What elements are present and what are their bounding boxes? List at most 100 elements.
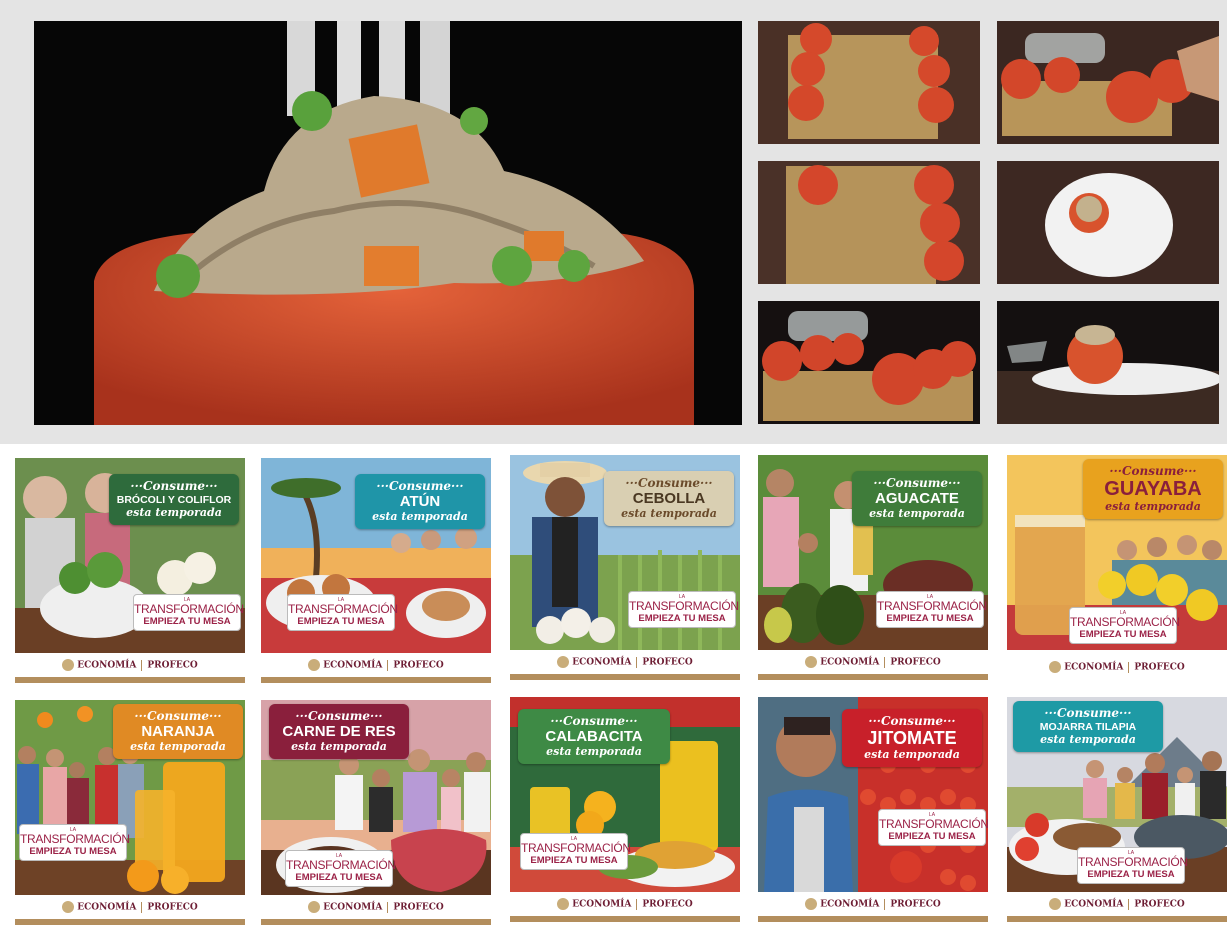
economia-logo: ECONOMÍA <box>572 657 632 668</box>
transformacion-slogan: LA TRANSFORMACIÓN EMPIEZA TU MESA <box>1069 607 1180 644</box>
slogan-tu-mesa: TU MESA <box>1123 629 1167 640</box>
transformacion-slogan: LA TRANSFORMACIÓN EMPIEZA TU MESA <box>878 809 988 846</box>
poster-brocoli-coliflor[interactable]: ···Consume··· BRÓCOLI Y COLIFLOR esta te… <box>15 458 245 689</box>
transformacion-slogan: LA TRANSFORMACIÓN EMPIEZA TU MESA <box>628 591 739 628</box>
consume-tag: ···Consume··· CALABACITA esta temporada <box>518 709 670 764</box>
season-label: esta temporada <box>291 740 387 753</box>
economia-logo: ECONOMÍA <box>77 902 137 913</box>
season-label: esta temporada <box>546 745 642 758</box>
slogan-transformacion: TRANSFORMACIÓN <box>1070 615 1180 629</box>
transformacion-slogan: LA TRANSFORMACIÓN EMPIEZA TU MESA <box>520 833 631 870</box>
consume-label: ···Consume··· <box>868 714 956 728</box>
slogan-empieza: EMPIEZA <box>1087 869 1130 880</box>
season-label: esta temporada <box>1105 500 1201 513</box>
seal-icon <box>1049 661 1062 673</box>
transformacion-slogan: LA TRANSFORMACIÓN EMPIEZA TU MESA <box>19 824 130 861</box>
poster-footer: ECONOMÍA PROFECO <box>261 653 491 683</box>
slogan-tu-mesa: TU MESA <box>574 855 618 866</box>
consume-tag: ···Consume··· MOJARRA TILAPIA esta tempo… <box>1013 701 1163 752</box>
poster-atun[interactable]: ···Consume··· ATÚN esta temporada LA TRA… <box>261 458 491 689</box>
slogan-tu-mesa: TU MESA <box>932 831 976 842</box>
transformacion-slogan: LA TRANSFORMACIÓN EMPIEZA TU MESA <box>876 591 987 628</box>
slogan-empieza: EMPIEZA <box>295 872 338 883</box>
economia-logo: ECONOMÍA <box>77 660 137 671</box>
poster-footer: ECONOMÍA PROFECO <box>758 650 988 680</box>
slogan-tu-mesa: TU MESA <box>341 616 385 627</box>
poster-mojarra-tilapia[interactable]: ···Consume··· MOJARRA TILAPIA esta tempo… <box>1007 697 1227 925</box>
slogan-tu-mesa: TU MESA <box>73 846 117 857</box>
consume-tag: ···Consume··· CEBOLLA esta temporada <box>604 471 734 526</box>
product-name: CEBOLLA <box>632 490 706 507</box>
slogan-empieza: EMPIEZA <box>638 613 681 624</box>
season-label: esta temporada <box>621 507 717 520</box>
poster-carne-de-res[interactable]: ···Consume··· CARNE DE RES esta temporad… <box>261 700 491 925</box>
transformacion-slogan: LA TRANSFORMACIÓN EMPIEZA TU MESA <box>287 594 398 631</box>
slogan-empieza: EMPIEZA <box>530 855 573 866</box>
seal-icon <box>308 901 321 913</box>
consume-tag: ···Consume··· ATÚN esta temporada <box>355 474 485 529</box>
season-label: esta temporada <box>864 748 960 761</box>
slogan-transformacion: TRANSFORMACIÓN <box>134 602 244 616</box>
step-photo-tomatoes-on-board <box>758 21 980 144</box>
poster-naranja[interactable]: ···Consume··· NARANJA esta temporada LA … <box>15 700 245 925</box>
poster-footer: ECONOMÍA PROFECO <box>510 892 740 922</box>
seal-icon <box>308 659 321 671</box>
step-photo-hollowing-tomatoes <box>758 161 980 284</box>
consume-label: ···Consume··· <box>625 476 713 490</box>
product-name: JITOMATE <box>867 728 957 748</box>
season-label: esta temporada <box>1040 733 1136 746</box>
consume-label: ···Consume··· <box>873 476 961 490</box>
poster-footer: ECONOMÍA PROFECO <box>1007 655 1227 685</box>
profeco-logo: PROFECO <box>1134 662 1185 673</box>
season-label: esta temporada <box>869 507 965 520</box>
seal-icon <box>557 898 570 910</box>
slogan-empieza: EMPIEZA <box>888 831 931 842</box>
poster-footer: ECONOMÍA PROFECO <box>15 653 245 683</box>
slogan-tu-mesa: TU MESA <box>339 872 383 883</box>
poster-calabacita[interactable]: ···Consume··· CALABACITA esta temporada … <box>510 697 740 925</box>
consume-label: ···Consume··· <box>1044 706 1132 720</box>
slogan-transformacion: TRANSFORMACIÓN <box>879 817 988 831</box>
stuffed-tomato-illustration <box>34 21 742 425</box>
economia-logo: ECONOMÍA <box>820 899 880 910</box>
poster-aguacate[interactable]: ···Consume··· AGUACATE esta temporada LA… <box>758 455 988 686</box>
consume-tag: ···Consume··· BRÓCOLI Y COLIFLOR esta te… <box>109 474 239 525</box>
seal-icon <box>62 901 75 913</box>
economia-logo: ECONOMÍA <box>323 902 383 913</box>
economia-logo: ECONOMÍA <box>572 899 632 910</box>
step-photo-tomato-on-plate <box>997 161 1219 284</box>
profeco-logo: PROFECO <box>890 899 941 910</box>
slogan-tu-mesa: TU MESA <box>682 613 726 624</box>
poster-footer: ECONOMÍA PROFECO <box>261 895 491 925</box>
profeco-logo: PROFECO <box>642 657 693 668</box>
step-photo-served-plate <box>997 301 1219 424</box>
poster-footer: ECONOMÍA PROFECO <box>510 650 740 680</box>
profeco-logo: PROFECO <box>642 899 693 910</box>
product-name: NARANJA <box>141 723 215 740</box>
seal-icon <box>557 656 570 668</box>
poster-guayaba[interactable]: ···Consume··· GUAYABA esta temporada LA … <box>1007 455 1227 686</box>
consume-tag: ···Consume··· AGUACATE esta temporada <box>852 471 982 526</box>
slogan-empieza: EMPIEZA <box>1079 629 1122 640</box>
transformacion-slogan: LA TRANSFORMACIÓN EMPIEZA TU MESA <box>1077 847 1188 884</box>
slogan-empieza: EMPIEZA <box>297 616 340 627</box>
consume-tag: ···Consume··· JITOMATE esta temporada <box>842 709 982 767</box>
consume-label: ···Consume··· <box>376 479 464 493</box>
product-name: ATÚN <box>399 493 441 510</box>
product-name: CALABACITA <box>545 728 643 745</box>
transformacion-slogan: LA TRANSFORMACIÓN EMPIEZA TU MESA <box>285 850 396 887</box>
poster-jitomate[interactable]: ···Consume··· JITOMATE esta temporada LA… <box>758 697 988 925</box>
slogan-transformacion: TRANSFORMACIÓN <box>629 599 739 613</box>
economia-logo: ECONOMÍA <box>1064 662 1124 673</box>
slogan-transformacion: TRANSFORMACIÓN <box>1078 855 1188 869</box>
profeco-logo: PROFECO <box>890 657 941 668</box>
consume-label: ···Consume··· <box>550 714 638 728</box>
economia-logo: ECONOMÍA <box>1064 899 1124 910</box>
poster-cebolla[interactable]: ···Consume··· CEBOLLA esta temporada LA … <box>510 455 740 686</box>
poster-footer: ECONOMÍA PROFECO <box>1007 892 1227 922</box>
season-label: esta temporada <box>130 740 226 753</box>
poster-footer: ECONOMÍA PROFECO <box>15 895 245 925</box>
slogan-transformacion: TRANSFORMACIÓN <box>286 858 396 872</box>
product-name: CARNE DE RES <box>282 723 396 740</box>
poster-footer: ECONOMÍA PROFECO <box>758 892 988 922</box>
